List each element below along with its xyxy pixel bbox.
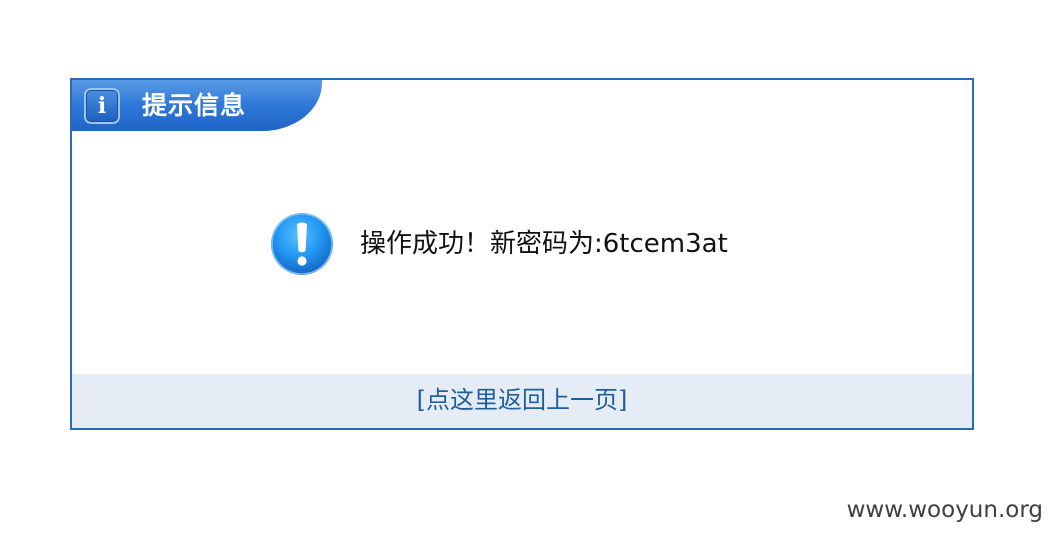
watermark: www.wooyun.org <box>846 497 1043 523</box>
exclamation-icon <box>271 213 333 275</box>
back-link[interactable]: [点这里返回上一页] <box>417 384 628 416</box>
dialog-title: 提示信息 <box>142 91 247 120</box>
message-area: 操作成功！新密码为:6tcem3at <box>270 212 728 276</box>
status-message: 操作成功！新密码为:6tcem3at <box>360 229 728 259</box>
dialog-footer: [点这里返回上一页] <box>72 374 972 428</box>
info-icon: i <box>84 88 120 124</box>
info-dialog: i 提示信息 操作成功！新密码为:6tcem3at [点这里返回上一页] <box>70 78 974 430</box>
page: i 提示信息 操作成功！新密码为:6tcem3at [点这里返回上一页] www… <box>0 0 1052 540</box>
dialog-header: i 提示信息 <box>72 80 322 131</box>
